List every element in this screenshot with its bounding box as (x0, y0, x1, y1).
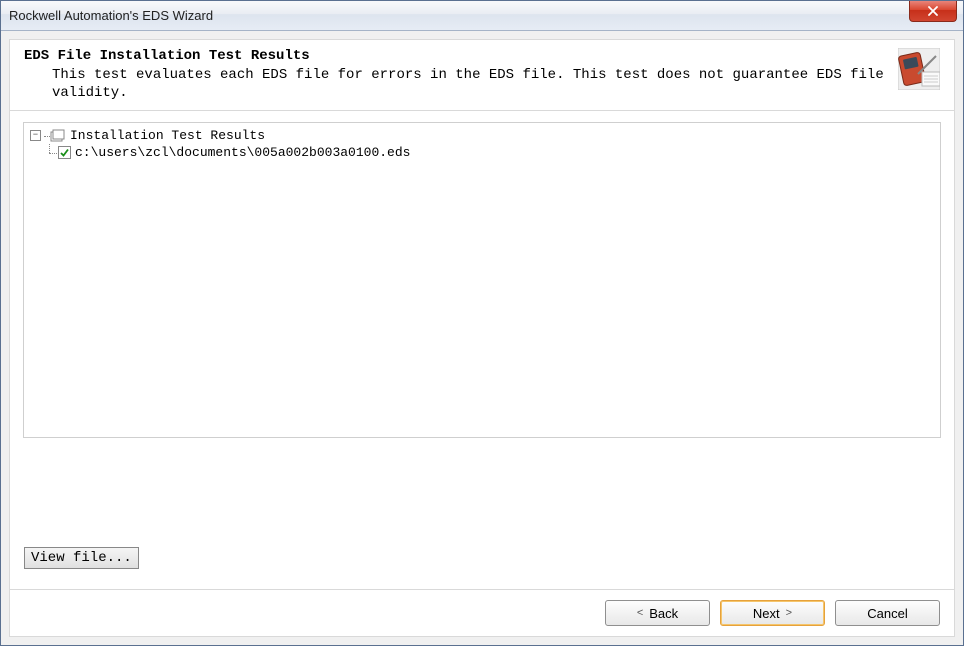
tree-item-label: c:\users\zcl\documents\005a002b003a0100.… (75, 145, 410, 160)
next-button-label: Next (753, 606, 780, 621)
cancel-button[interactable]: Cancel (835, 600, 940, 626)
next-button[interactable]: Next > (720, 600, 825, 626)
page-title: EDS File Installation Test Results (24, 48, 888, 64)
tree-collapse-icon[interactable]: − (30, 130, 41, 141)
wizard-header-text: EDS File Installation Test Results This … (24, 48, 888, 102)
wizard-panel: EDS File Installation Test Results This … (9, 39, 955, 637)
wizard-window: Rockwell Automation's EDS Wizard EDS Fil… (0, 0, 964, 646)
tree-branch-icon (44, 144, 58, 161)
titlebar: Rockwell Automation's EDS Wizard (1, 1, 963, 31)
tree-root-label: Installation Test Results (70, 128, 265, 143)
check-ok-icon (58, 146, 71, 159)
folder-stack-icon (50, 129, 66, 143)
chevron-left-icon: < (637, 607, 643, 619)
close-button[interactable] (909, 1, 957, 22)
wizard-header: EDS File Installation Test Results This … (10, 40, 954, 111)
tree-root-row[interactable]: − Installation Test Results (30, 127, 934, 144)
spacer (10, 438, 954, 589)
chevron-right-icon: > (786, 607, 792, 619)
tree-item-row[interactable]: c:\users\zcl\documents\005a002b003a0100.… (30, 144, 934, 161)
results-tree[interactable]: − Installation Test Results (23, 122, 941, 438)
page-description: This test evaluates each EDS file for er… (52, 66, 888, 102)
dialog-content: EDS File Installation Test Results This … (1, 31, 963, 645)
titlebar-buttons (909, 1, 963, 30)
wizard-button-row: < Back Next > Cancel (10, 589, 954, 636)
window-title: Rockwell Automation's EDS Wizard (9, 8, 909, 23)
back-button[interactable]: < Back (605, 600, 710, 626)
wizard-icon (898, 48, 940, 90)
close-icon (927, 6, 939, 16)
view-file-button[interactable]: View file... (24, 547, 139, 569)
back-button-label: Back (649, 606, 678, 621)
tree-connector (44, 127, 50, 144)
